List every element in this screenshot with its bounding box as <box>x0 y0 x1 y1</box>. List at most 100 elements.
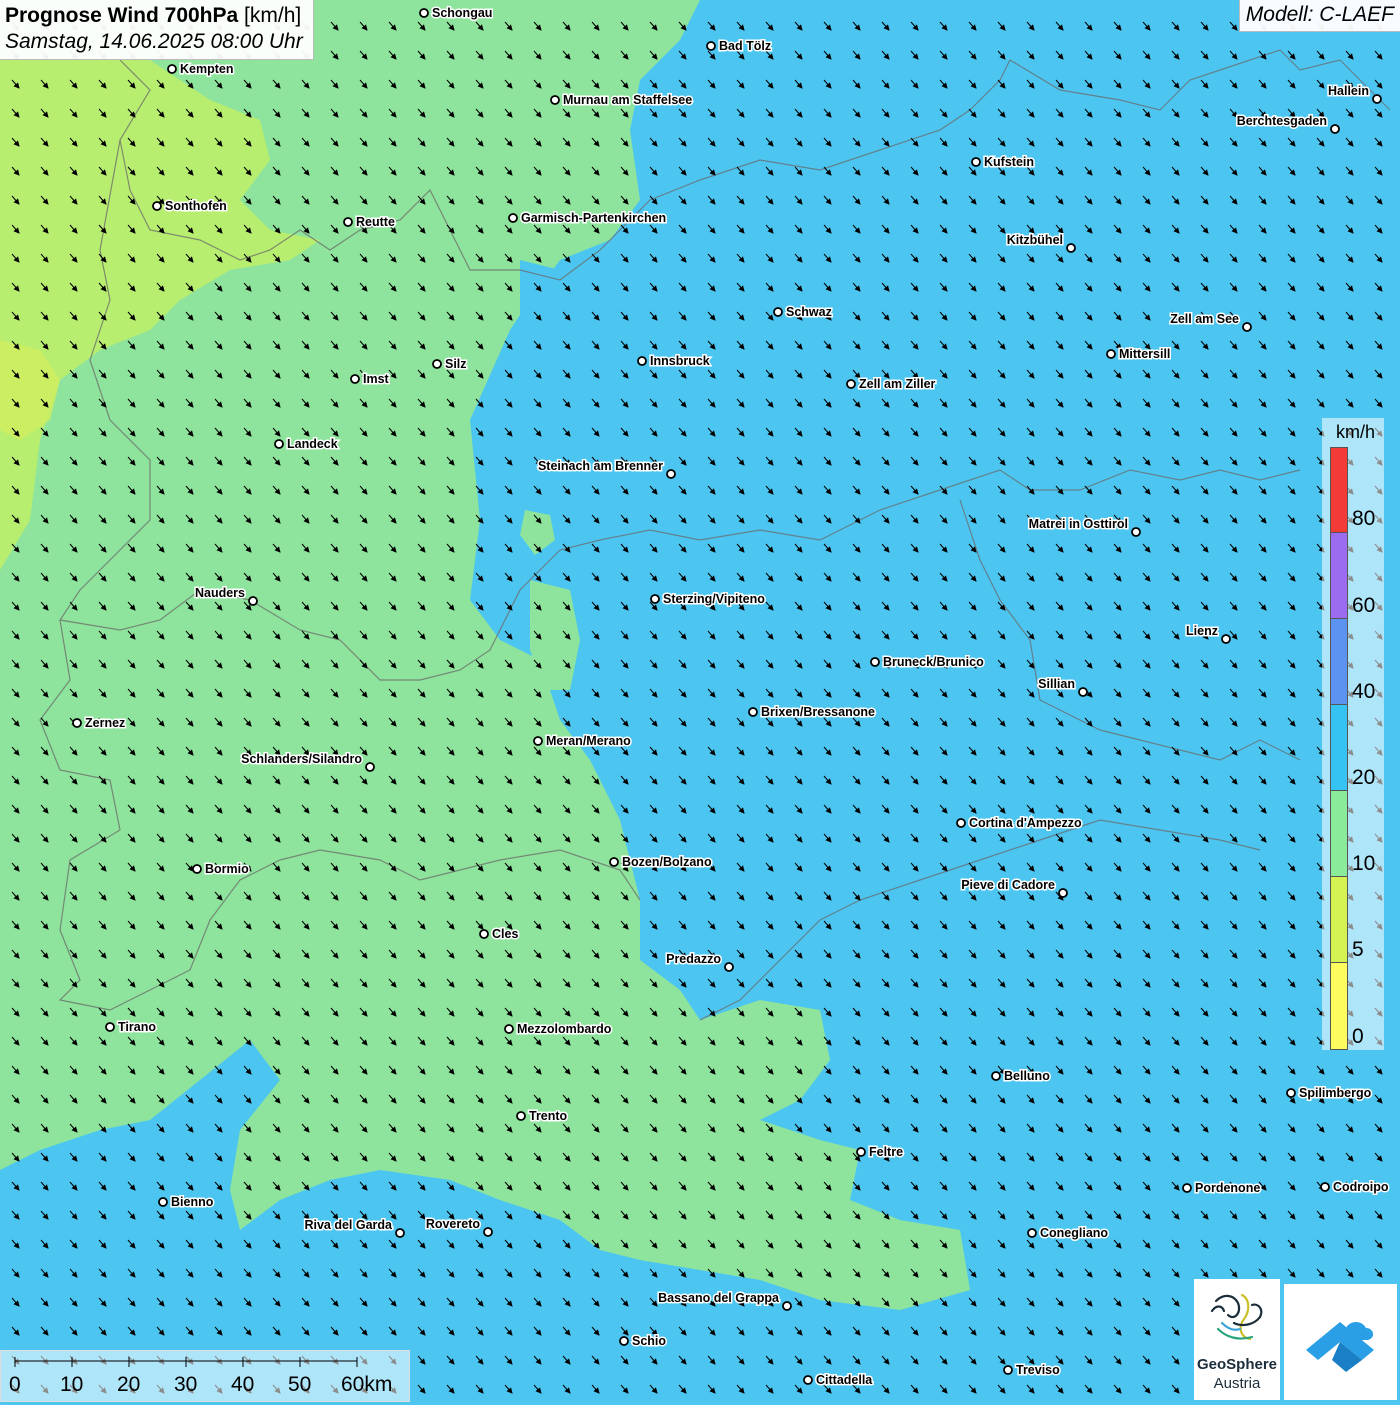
legend-bar-0 <box>1330 962 1348 1050</box>
city-marker-icon <box>479 929 489 939</box>
city-marker-icon <box>706 41 716 51</box>
city-label: Garmisch-Partenkirchen <box>521 211 666 225</box>
city-marker-icon <box>1106 349 1116 359</box>
city-label: Schio <box>632 1334 666 1348</box>
city-label: Zell am See <box>1170 312 1239 326</box>
city-marker-icon <box>870 657 880 667</box>
city-marker-icon <box>803 1375 813 1385</box>
legend-label-10: 10 <box>1352 852 1376 875</box>
city-label: Tirano <box>118 1020 156 1034</box>
city-label: Pieve di Cadore <box>961 878 1055 892</box>
city-marker: Garmisch-Partenkirchen <box>508 210 668 227</box>
city-label: Treviso <box>1016 1363 1060 1377</box>
scale-ticks <box>14 1357 358 1367</box>
city-label: Innsbruck <box>650 354 710 368</box>
city-marker: Brixen/Bressanone <box>748 704 876 721</box>
city-marker-icon <box>1182 1183 1192 1193</box>
city-marker: Zell am Ziller <box>846 376 937 393</box>
city-marker-icon <box>105 1022 115 1032</box>
city-marker-icon <box>748 707 758 717</box>
color-legend: km/h 80 60 40 20 10 5 0 <box>1322 418 1384 1050</box>
city-label: Bassano del Grappa <box>658 1291 780 1305</box>
scale-label-0: 0 <box>9 1373 21 1396</box>
city-marker-icon <box>956 818 966 828</box>
city-label: Zernez <box>85 716 125 730</box>
city-label: Bad Tölz <box>719 39 771 53</box>
app-logo[interactable] <box>1284 1284 1397 1400</box>
city-label: Sonthofen <box>165 199 227 213</box>
city-label: Spilimbergo <box>1299 1086 1372 1100</box>
city-marker-icon <box>1003 1365 1013 1375</box>
city-marker-icon <box>343 217 353 227</box>
city-label: Lienz <box>1186 624 1218 638</box>
city-marker-icon <box>991 1071 1001 1081</box>
city-label: Mezzolombardo <box>517 1022 612 1036</box>
city-marker-icon <box>72 718 82 728</box>
city-label: Cittadella <box>816 1373 873 1387</box>
city-label: Matrei in Osttirol <box>1029 517 1128 531</box>
city-marker-icon <box>274 439 284 449</box>
wind-map: Schongau Bad Tölz Kempten Murnau am Staffel… <box>0 0 1400 1400</box>
map-title-unit: [km/h] <box>244 4 302 27</box>
scale-label-40: 40 <box>231 1373 255 1396</box>
geosphere-logo-icon <box>1210 1293 1263 1341</box>
city-marker: Bruneck/Brunico <box>870 654 986 671</box>
city-marker-icon <box>856 1147 866 1157</box>
city-label: Steinach am Brenner <box>538 459 663 473</box>
city-marker-icon <box>504 1024 514 1034</box>
city-label: Hallein <box>1328 84 1369 98</box>
city-label: Bienno <box>171 1195 214 1209</box>
geosphere-logo[interactable]: GeoSphere Austria <box>1194 1279 1280 1400</box>
city-marker-icon <box>1320 1182 1330 1192</box>
legend-label-80: 80 <box>1352 507 1376 530</box>
app-logo-icon <box>1306 1322 1374 1372</box>
city-label: Sillian <box>1038 677 1075 691</box>
city-marker: Conegliano <box>1027 1225 1110 1242</box>
city-label: Brixen/Bressanone <box>761 705 875 719</box>
city-label: Predazzo <box>666 952 721 966</box>
city-marker-icon <box>248 596 258 606</box>
city-label: Conegliano <box>1040 1226 1108 1240</box>
city-marker-icon <box>724 962 734 972</box>
scale-label-20: 20 <box>117 1373 141 1396</box>
legend-label-20: 20 <box>1352 766 1376 789</box>
legend-bar-20 <box>1330 704 1348 791</box>
scale-label-50: 50 <box>288 1373 312 1396</box>
city-marker-icon <box>1027 1228 1037 1238</box>
city-marker-icon <box>350 374 360 384</box>
scale-label-10: 10 <box>60 1373 84 1396</box>
legend-bar-10 <box>1330 790 1348 877</box>
city-marker-icon <box>609 857 619 867</box>
city-label: Nauders <box>195 586 245 600</box>
city-label: Imst <box>363 372 390 386</box>
city-marker: Mezzolombardo <box>504 1021 613 1038</box>
city-marker-icon <box>637 356 647 366</box>
city-label: Berchtesgaden <box>1237 114 1327 128</box>
city-marker: Cortina d'Ampezzo <box>956 815 1084 832</box>
city-marker-icon <box>508 213 518 223</box>
city-marker: Pordenone <box>1182 1180 1262 1197</box>
city-marker-icon <box>1330 124 1340 134</box>
city-marker-icon <box>782 1301 792 1311</box>
city-label: Schongau <box>432 6 492 20</box>
legend-label-40: 40 <box>1352 680 1376 703</box>
city-marker-icon <box>1221 634 1231 644</box>
city-label: Kufstein <box>984 155 1034 169</box>
city-marker-icon <box>152 201 162 211</box>
city-marker: Spilimbergo <box>1286 1085 1373 1102</box>
city-marker-icon <box>650 594 660 604</box>
city-label: Meran/Merano <box>546 734 631 748</box>
title-box: Prognose Wind 700hPa [km/h] Samstag, 14.… <box>0 0 314 60</box>
city-label: Pordenone <box>1195 1181 1260 1195</box>
city-label: Sterzing/Vipiteno <box>663 592 765 606</box>
city-marker-icon <box>395 1228 405 1238</box>
city-label: Reutte <box>356 215 395 229</box>
legend-unit: km/h <box>1336 422 1376 442</box>
city-label: Cortina d'Ampezzo <box>969 816 1082 830</box>
city-marker: Sterzing/Vipiteno <box>650 591 767 608</box>
city-label: Kitzbühel <box>1007 233 1063 247</box>
city-marker-icon <box>1066 243 1076 253</box>
scale-bar: 0 10 20 30 40 50 60km <box>0 1350 410 1402</box>
city-marker-icon <box>533 736 543 746</box>
city-label: Bruneck/Brunico <box>883 655 984 669</box>
